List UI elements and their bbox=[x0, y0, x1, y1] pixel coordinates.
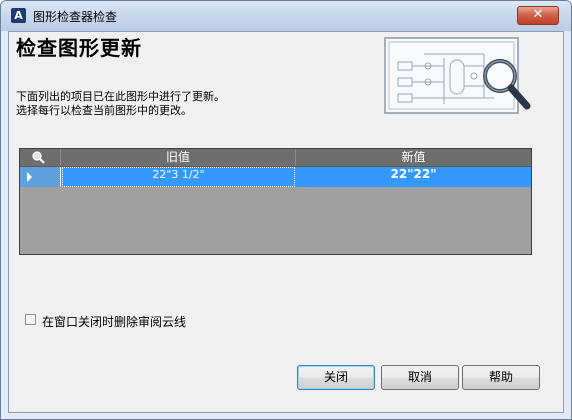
delete-clouds-label[interactable]: 在窗口关闭时删除审阅云线 bbox=[42, 313, 186, 330]
row-pointer-icon bbox=[27, 172, 32, 182]
column-header-old[interactable]: 旧值 bbox=[61, 149, 296, 166]
drawing-check-illustration-icon bbox=[384, 37, 531, 114]
grid-corner-cell[interactable] bbox=[20, 149, 61, 166]
row-selector[interactable] bbox=[20, 167, 61, 187]
window-close-button[interactable]: ✕ bbox=[517, 6, 559, 25]
window-title: 图形检查器检查 bbox=[33, 10, 118, 24]
cancel-button[interactable]: 取消 bbox=[381, 365, 459, 390]
cell-new-value[interactable]: 22"22" bbox=[296, 167, 531, 187]
magnifier-icon bbox=[32, 151, 45, 164]
description: 下面列出的项目已在此图形中进行了更新。 选择每行以检查当前图形中的更改。 bbox=[16, 90, 225, 118]
description-line-2: 选择每行以检查当前图形中的更改。 bbox=[16, 104, 192, 117]
grid-header: 旧值 新值 bbox=[20, 149, 531, 167]
delete-clouds-checkbox[interactable] bbox=[25, 314, 36, 325]
changes-grid[interactable]: 旧值 新值 22"3 1/2" 22"22" bbox=[19, 148, 532, 255]
close-button[interactable]: 关闭 bbox=[297, 365, 375, 390]
column-header-new[interactable]: 新值 bbox=[296, 149, 531, 166]
table-row[interactable]: 22"3 1/2" 22"22" bbox=[20, 167, 531, 187]
help-button[interactable]: 帮助 bbox=[462, 365, 540, 390]
cell-old-value[interactable]: 22"3 1/2" bbox=[62, 167, 295, 187]
page-title: 检查图形更新 bbox=[16, 36, 142, 60]
description-line-1: 下面列出的项目已在此图形中进行了更新。 bbox=[16, 90, 225, 103]
dialog-window: A 图形检查器检查 ✕ 检查图形更新 下面列出的项目已在此图形中进行了更新。 选… bbox=[0, 0, 572, 420]
title-bar[interactable]: A 图形检查器检查 ✕ bbox=[1, 1, 571, 31]
autocad-app-icon: A bbox=[11, 8, 26, 23]
